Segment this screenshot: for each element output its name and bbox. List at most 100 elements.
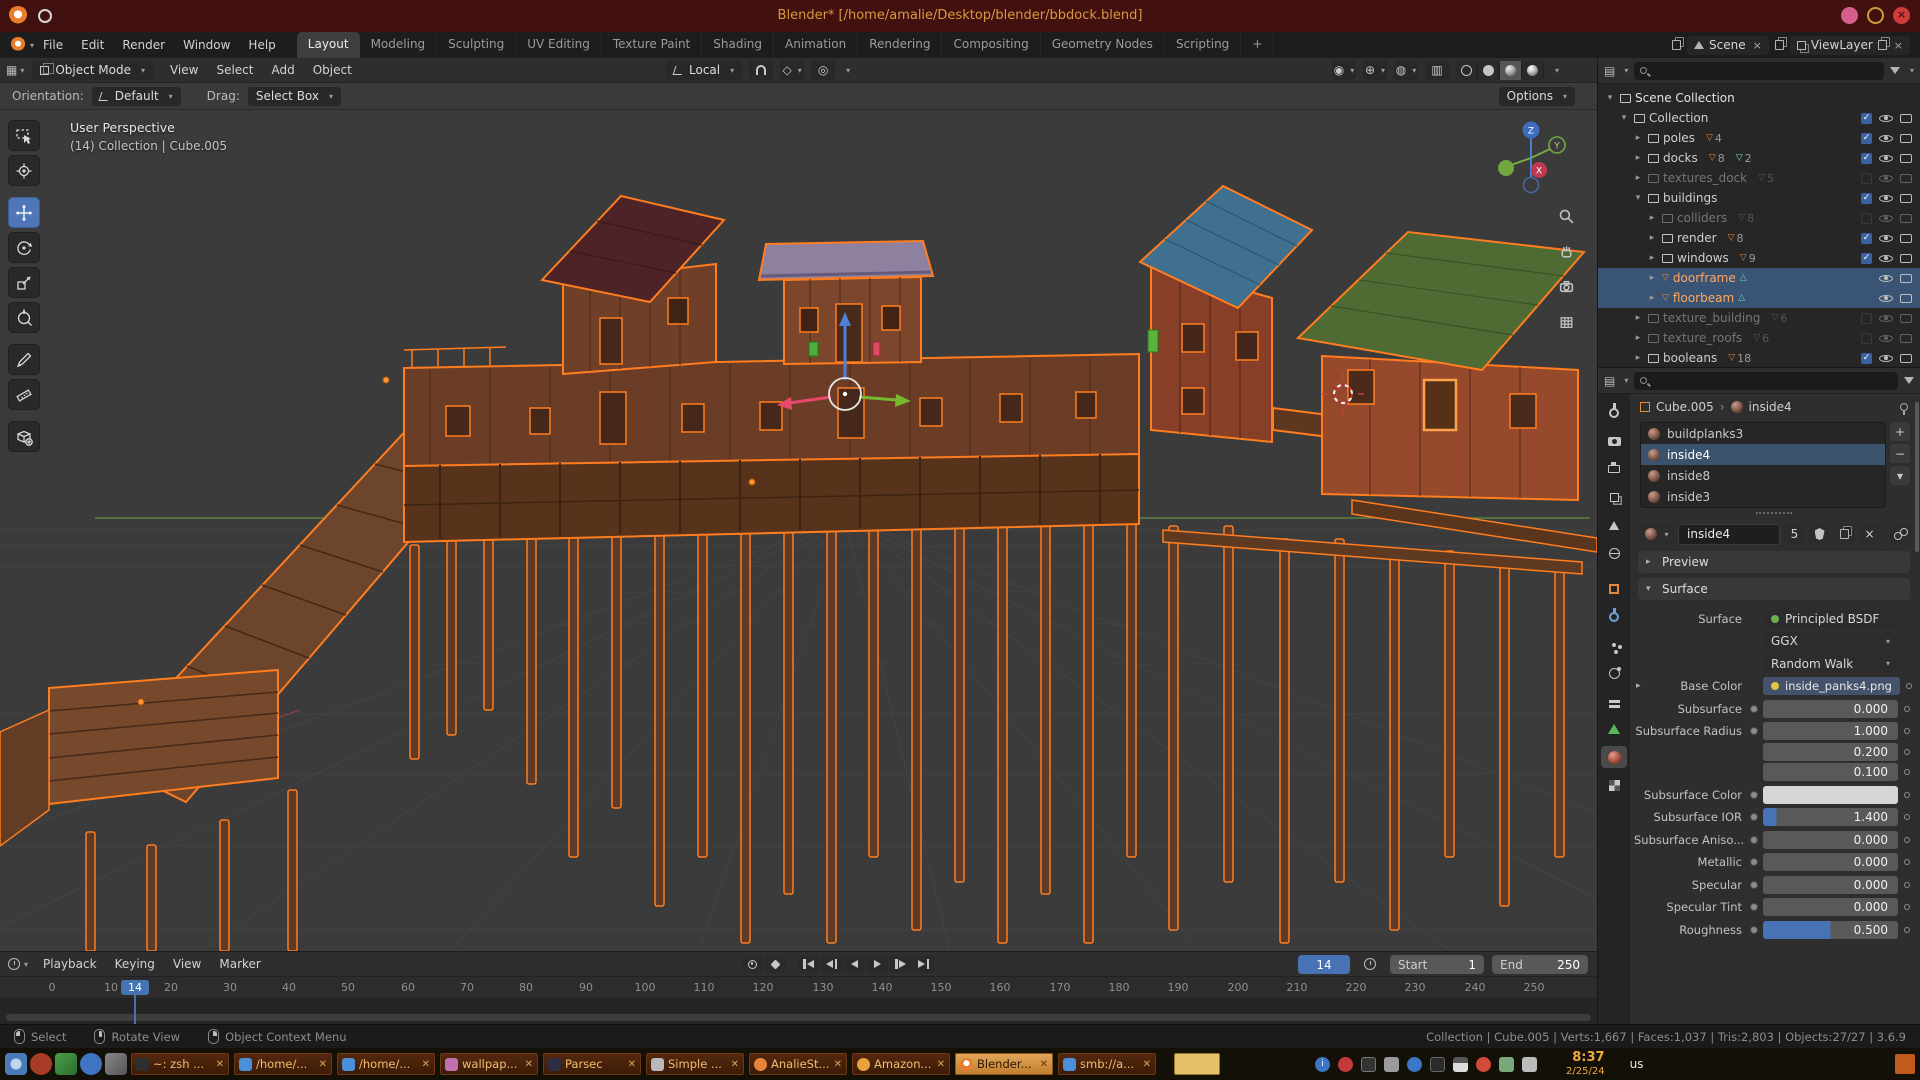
tool-cursor[interactable] [8, 155, 40, 186]
tool-rotate[interactable] [8, 232, 40, 263]
menu-help[interactable]: Help [239, 38, 284, 52]
shading-wireframe-button[interactable] [1456, 61, 1478, 80]
radius-x-slider[interactable]: 1.000 [1763, 722, 1898, 740]
transform-orientation-dropdown[interactable]: Local ▾ [666, 61, 742, 80]
menu-view[interactable]: View [164, 957, 210, 971]
zoom-icon[interactable] [1552, 202, 1580, 230]
close-icon[interactable]: ✕ [731, 1059, 739, 1070]
exclude-checkbox[interactable]: ✓ [1861, 113, 1872, 124]
roughness-slider[interactable]: 0.500 [1763, 921, 1898, 939]
expand-icon[interactable]: ▸ [1646, 253, 1658, 263]
tab-animation[interactable]: Animation [774, 32, 858, 58]
tab-shading[interactable]: Shading [702, 32, 774, 58]
subsurface-ior-slider[interactable]: 1.400 [1763, 808, 1898, 826]
launcher-icon-1[interactable] [30, 1053, 52, 1075]
subsurface-slider[interactable]: 0.000 [1763, 700, 1898, 718]
tool-measure[interactable] [8, 379, 40, 410]
close-icon[interactable]: ✕ [422, 1059, 430, 1070]
app-menu-icon[interactable] [5, 1053, 27, 1075]
menu-object[interactable]: Object [304, 63, 361, 77]
orientation-setting-dropdown[interactable]: Default▾ [92, 87, 181, 106]
menu-select[interactable]: Select [207, 63, 262, 77]
duplicate-material-button[interactable] [1834, 524, 1855, 545]
tab-compositing[interactable]: Compositing [942, 32, 1040, 58]
menu-view[interactable]: View [161, 63, 207, 77]
breadcrumb-object[interactable]: Cube.005 [1656, 400, 1714, 414]
task-button-smb[interactable]: smb://a...✕ [1057, 1052, 1157, 1076]
subsurface-aniso-slider[interactable]: 0.000 [1763, 831, 1898, 849]
exclude-checkbox[interactable]: ✓ [1861, 153, 1872, 164]
end-frame-field[interactable]: End250 [1492, 955, 1588, 974]
disable-render-icon[interactable] [1900, 194, 1912, 203]
tab-uv-editing[interactable]: UV Editing [516, 32, 602, 58]
timeline-scrollbar[interactable] [6, 1014, 1591, 1021]
hide-eye-icon[interactable] [1879, 252, 1893, 265]
slot-specials-button[interactable]: ▾ [1890, 466, 1910, 485]
task-button-zsh[interactable]: ~: zsh ...✕ [130, 1052, 230, 1076]
perspective-toggle-icon[interactable] [1552, 307, 1580, 335]
gizmos-toggle[interactable]: ⊕▾ [1363, 61, 1387, 80]
display-icon[interactable] [1522, 1057, 1537, 1072]
tool-annotate[interactable] [8, 344, 40, 375]
task-button-home-2[interactable]: /home/...✕ [336, 1052, 436, 1076]
radius-z-slider[interactable]: 0.100 [1763, 763, 1898, 781]
proportional-editing-toggle[interactable]: ◎ [811, 61, 835, 80]
users-count-button[interactable]: 5 [1784, 524, 1805, 545]
axis-neg-y-ball[interactable] [1498, 160, 1514, 176]
blender-menu-icon[interactable] [10, 37, 26, 53]
shading-solid-button[interactable] [1478, 61, 1500, 80]
hide-eye-icon[interactable] [1879, 132, 1893, 145]
axis-neg-z-ball[interactable] [1524, 178, 1539, 193]
animate-dot[interactable] [1904, 749, 1910, 755]
tab-output[interactable] [1601, 458, 1627, 480]
tool-add-cube[interactable] [8, 421, 40, 452]
tab-scripting[interactable]: Scripting [1165, 32, 1241, 58]
outliner-row-texture-building[interactable]: ▸ texture_building ▽6 [1598, 308, 1920, 328]
properties-editor-icon[interactable]: ▤ [1604, 374, 1614, 388]
expand-icon[interactable]: ▾ [1604, 93, 1616, 103]
launcher-icon-4[interactable] [105, 1053, 127, 1075]
animate-dot[interactable] [1906, 683, 1912, 689]
next-keyframe-button[interactable] [890, 956, 911, 973]
disable-render-icon[interactable] [1900, 274, 1912, 283]
animate-dot[interactable] [1904, 837, 1910, 843]
outliner-row-buildings[interactable]: ▾ buildings ✓ [1598, 188, 1920, 208]
add-slot-button[interactable]: + [1890, 422, 1910, 441]
exclude-checkbox[interactable] [1861, 333, 1872, 344]
animate-dot[interactable] [1904, 814, 1910, 820]
task-button-home-1[interactable]: /home/...✕ [233, 1052, 333, 1076]
material-name-field[interactable]: inside4 [1678, 524, 1780, 545]
drag-setting-dropdown[interactable]: Select Box▾ [248, 87, 341, 106]
task-button-parsec[interactable]: Parsec✕ [542, 1052, 642, 1076]
expand-icon[interactable]: ▸ [1646, 273, 1658, 283]
outliner-row-doorframe[interactable]: ▸▽ doorframe △ [1598, 268, 1920, 288]
expand-icon[interactable]: ▸ [1632, 173, 1644, 183]
tab-particles[interactable] [1601, 634, 1627, 656]
filter-icon[interactable] [1904, 377, 1914, 384]
breadcrumb-material[interactable]: inside4 [1749, 400, 1792, 414]
tab-rendering[interactable]: Rendering [858, 32, 942, 58]
camera-view-icon[interactable] [1552, 272, 1580, 300]
radius-y-slider[interactable]: 0.200 [1763, 743, 1898, 761]
metallic-slider[interactable]: 0.000 [1763, 853, 1898, 871]
expand-icon[interactable]: ▸ [1646, 213, 1658, 223]
hide-eye-icon[interactable] [1879, 152, 1893, 165]
prev-keyframe-button[interactable] [821, 956, 842, 973]
browse-viewlayer-icon[interactable] [1775, 40, 1784, 50]
bluetooth-icon[interactable] [1407, 1057, 1422, 1072]
jump-end-button[interactable] [913, 956, 934, 973]
specular-tint-slider[interactable]: 0.000 [1763, 898, 1898, 916]
keying-set-button[interactable] [765, 956, 786, 973]
properties-search-input[interactable] [1634, 372, 1898, 390]
close-icon[interactable]: ✕ [937, 1059, 945, 1070]
tab-layout[interactable]: Layout [297, 32, 360, 58]
usb-icon[interactable] [1499, 1057, 1514, 1072]
shading-material-button[interactable] [1500, 61, 1522, 80]
shading-dropdown-icon[interactable]: ▾ [1555, 66, 1559, 75]
task-button-blender[interactable]: Blender...✕ [954, 1052, 1054, 1076]
outliner-row-colliders[interactable]: ▸ colliders ▽8 [1598, 208, 1920, 228]
menu-add[interactable]: Add [262, 63, 303, 77]
list-resize-grip[interactable] [1634, 508, 1914, 518]
outliner-search-input[interactable] [1634, 62, 1884, 80]
sss-method-dropdown[interactable]: Random Walk▾ [1763, 655, 1898, 673]
